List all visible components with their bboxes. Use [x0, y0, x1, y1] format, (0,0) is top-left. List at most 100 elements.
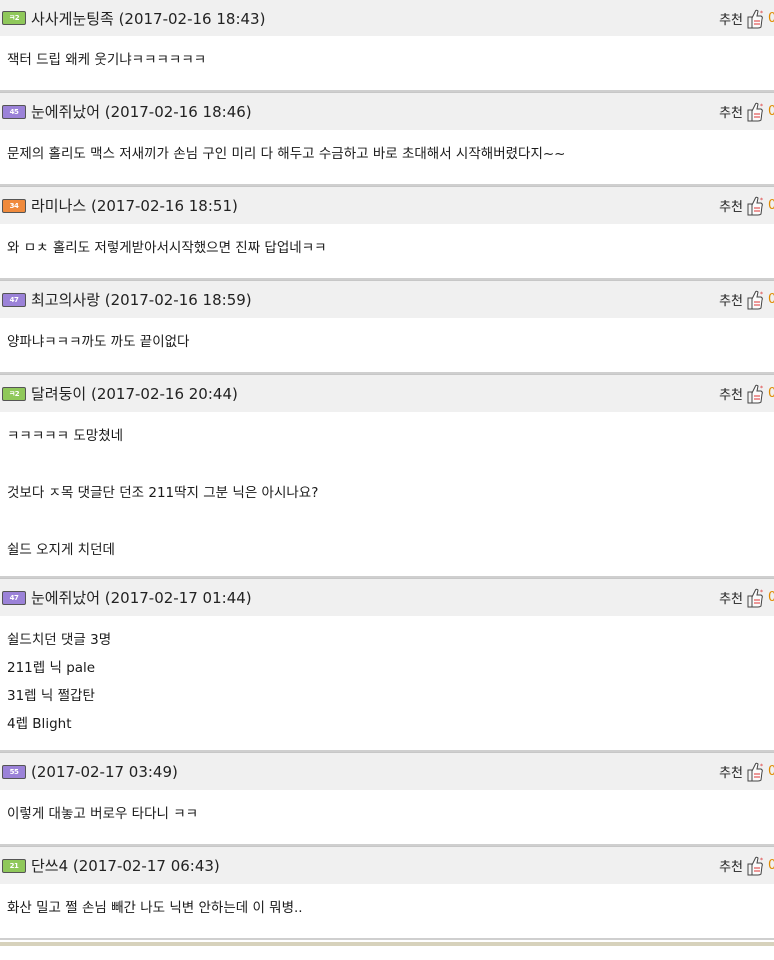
recommend-button[interactable]: 추천 * 0: [719, 753, 774, 790]
recommend-button[interactable]: 추천 * 0: [719, 375, 774, 412]
level-badge-icon: 45: [2, 104, 26, 119]
recommend-button[interactable]: 추천 * 0: [719, 281, 774, 318]
comment-author[interactable]: 달려둥이 (2017-02-16 20:44): [31, 383, 238, 404]
comment-body: 와 ㅁㅊ 홀리도 저렇게받아서시작했으면 진짜 답업네ㅋㅋ: [0, 224, 774, 278]
thumbs-up-icon: *: [747, 290, 763, 309]
svg-text:*: *: [760, 857, 763, 864]
comment-author[interactable]: (2017-02-17 03:49): [31, 763, 178, 781]
comment-header: 47 최고의사랑 (2017-02-16 18:59) 추천 * 0: [0, 280, 774, 318]
level-value: ㅋ2: [8, 389, 20, 398]
comment: ㅋ2 사사게눈팅족 (2017-02-16 18:43) 추천 * 0 잭터 드립 왜케 …: [0, 0, 774, 92]
comment-body: 문제의 홀리도 맥스 저새끼가 손님 구인 미리 다 해두고 수금하고 바로 초…: [0, 130, 774, 184]
comment-line: 이렇게 대놓고 버로우 타다니 ㅋㅋ: [7, 806, 199, 822]
comment-header: 45 눈에쥐났어 (2017-02-16 18:46) 추천 * 0: [0, 92, 774, 130]
recommend-label: 추천: [719, 592, 743, 607]
comment-line: 쉴드 오지게 치던데: [7, 542, 115, 558]
level-badge-icon: 47: [2, 590, 26, 605]
recommend-button[interactable]: 추천 * 0: [719, 579, 774, 616]
comment-line: 쉴드치던 댓글 3명: [7, 632, 112, 648]
level-value: 55: [9, 767, 19, 776]
level-badge-icon: ㅋ2: [2, 11, 26, 25]
comment-author[interactable]: 라미나스 (2017-02-16 18:51): [31, 195, 238, 216]
svg-text:*: *: [760, 589, 763, 596]
svg-text:*: *: [760, 291, 763, 298]
comment-header: ㅋ2 사사게눈팅족 (2017-02-16 18:43) 추천 * 0: [0, 0, 774, 36]
recommend-label: 추천: [719, 13, 743, 28]
comment-line: 잭터 드립 왜케 웃기냐ㅋㅋㅋㅋㅋㅋ: [7, 52, 207, 68]
level-badge-icon: 34: [2, 198, 26, 213]
recommend-count: 0: [768, 764, 774, 779]
comment-line: 와 ㅁㅊ 홀리도 저렇게받아서시작했으면 진짜 답업네ㅋㅋ: [7, 240, 327, 256]
comment: 21 단쓰4 (2017-02-17 06:43) 추천 * 0 화산 밀고 쩔 손님 빼…: [0, 846, 774, 940]
comment: 47 최고의사랑 (2017-02-16 18:59) 추천 * 0 양파냐ㅋㅋㅋ까도 까…: [0, 280, 774, 374]
comment-line: 양파냐ㅋㅋㅋ까도 까도 끝이없다: [7, 334, 190, 350]
recommend-button[interactable]: 추천 * 0: [719, 187, 774, 224]
recommend-count: 0: [768, 386, 774, 401]
comment-line: 31렙 닉 쩔갑탄: [7, 688, 95, 704]
recommend-count: 0: [768, 198, 774, 213]
comment-header: 55 (2017-02-17 03:49) 추천 * 0: [0, 752, 774, 790]
comment-list: ㅋ2 사사게눈팅족 (2017-02-16 18:43) 추천 * 0 잭터 드립 왜케 …: [0, 0, 774, 940]
comment-author[interactable]: 눈에쥐났어 (2017-02-17 01:44): [31, 587, 252, 608]
comment-header: 47 눈에쥐났어 (2017-02-17 01:44) 추천 * 0: [0, 578, 774, 616]
comment-author[interactable]: 사사게눈팅족 (2017-02-16 18:43): [31, 8, 265, 29]
level-badge-icon: 55: [2, 764, 26, 779]
recommend-label: 추천: [719, 106, 743, 121]
recommend-label: 추천: [719, 860, 743, 875]
level-value: 47: [9, 295, 19, 304]
thumbs-up-icon: *: [747, 762, 763, 781]
comment-body: ㅋㅋㅋㅋㅋ 도망쳤네것보다 ㅈ목 댓글단 던조 211딱지 그분 닉은 아시나요…: [0, 412, 774, 576]
recommend-label: 추천: [719, 388, 743, 403]
level-value: 21: [9, 861, 19, 870]
comment: ㅋ2 달려둥이 (2017-02-16 20:44) 추천 * 0 ㅋㅋㅋㅋㅋ 도망쳤네것…: [0, 374, 774, 578]
svg-text:*: *: [760, 103, 763, 110]
svg-text:*: *: [760, 10, 763, 17]
thumbs-up-icon: *: [747, 856, 763, 875]
comment-line: 것보다 ㅈ목 댓글단 던조 211딱지 그분 닉은 아시나요?: [7, 485, 319, 501]
comment: 45 눈에쥐났어 (2017-02-16 18:46) 추천 * 0 문제의 홀리도 맥스…: [0, 92, 774, 186]
comment-line: 화산 밀고 쩔 손님 빼간 나도 닉변 안하는데 이 뭐병..: [7, 900, 303, 916]
recommend-count: 0: [768, 11, 774, 26]
comment-body: 양파냐ㅋㅋㅋ까도 까도 끝이없다: [0, 318, 774, 372]
thumbs-up-icon: *: [747, 9, 763, 28]
comment: 34 라미나스 (2017-02-16 18:51) 추천 * 0 와 ㅁㅊ 홀리도 저렇…: [0, 186, 774, 280]
svg-text:*: *: [760, 197, 763, 204]
comment-body: 쉴드치던 댓글 3명 211렙 닉 pale 31렙 닉 쩔갑탄 4렙 Blight: [0, 616, 774, 750]
comment-author[interactable]: 눈에쥐났어 (2017-02-16 18:46): [31, 101, 252, 122]
recommend-button[interactable]: 추천 * 0: [719, 93, 774, 130]
comment: 47 눈에쥐났어 (2017-02-17 01:44) 추천 * 0 쉴드치던 댓글 3명…: [0, 578, 774, 752]
comment-author[interactable]: 단쓰4 (2017-02-17 06:43): [31, 855, 220, 876]
level-value: 47: [9, 593, 19, 602]
comment-header: ㅋ2 달려둥이 (2017-02-16 20:44) 추천 * 0: [0, 374, 774, 412]
comment-header: 21 단쓰4 (2017-02-17 06:43) 추천 * 0: [0, 846, 774, 884]
comment-line: 211렙 닉 pale: [7, 660, 96, 676]
comment-line: 4렙 Blight: [7, 716, 72, 732]
comment-author[interactable]: 최고의사랑 (2017-02-16 18:59): [31, 289, 252, 310]
level-value: ㅋ2: [8, 14, 20, 22]
svg-text:*: *: [760, 385, 763, 392]
recommend-label: 추천: [719, 294, 743, 309]
recommend-label: 추천: [719, 766, 743, 781]
recommend-button[interactable]: 추천 * 0: [719, 847, 774, 884]
level-badge-icon: 47: [2, 292, 26, 307]
recommend-count: 0: [768, 590, 774, 605]
comment-body: 잭터 드립 왜케 웃기냐ㅋㅋㅋㅋㅋㅋ: [0, 36, 774, 90]
comment: 55 (2017-02-17 03:49) 추천 * 0 이렇게 대놓고 버로우 타다니 …: [0, 752, 774, 846]
comment-body: 화산 밀고 쩔 손님 빼간 나도 닉변 안하는데 이 뭐병..: [0, 884, 774, 938]
level-badge-icon: ㅋ2: [2, 386, 26, 401]
recommend-count: 0: [768, 292, 774, 307]
comment-body: 이렇게 대놓고 버로우 타다니 ㅋㅋ: [0, 790, 774, 844]
thumbs-up-icon: *: [747, 384, 763, 403]
level-badge-icon: 21: [2, 858, 26, 873]
svg-text:*: *: [760, 763, 763, 770]
level-value: 34: [9, 201, 19, 210]
recommend-count: 0: [768, 104, 774, 119]
thumbs-up-icon: *: [747, 588, 763, 607]
thumbs-up-icon: *: [747, 102, 763, 121]
recommend-button[interactable]: 추천 * 0: [719, 0, 774, 37]
comment-line: ㅋㅋㅋㅋㅋ 도망쳤네: [7, 428, 124, 444]
comment-line: 문제의 홀리도 맥스 저새끼가 손님 구인 미리 다 해두고 수금하고 바로 초…: [7, 146, 566, 162]
bottom-bar: [0, 942, 774, 946]
